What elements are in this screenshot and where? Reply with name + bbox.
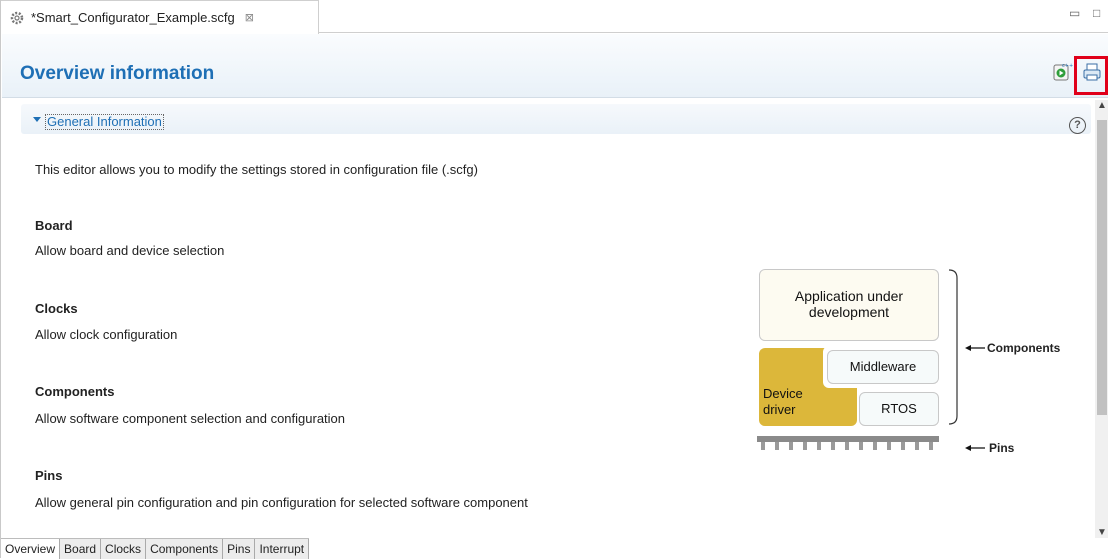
- item-heading-pins: Pins: [35, 468, 63, 483]
- tab-interrupt[interactable]: Interrupt: [255, 539, 310, 559]
- intro-text: This editor allows you to modify the set…: [35, 162, 478, 177]
- tab-overview[interactable]: Overview: [1, 539, 61, 559]
- collapse-arrow-icon[interactable]: [33, 117, 41, 122]
- highlight-box: [1074, 56, 1108, 95]
- item-heading-board: Board: [35, 218, 73, 233]
- architecture-diagram: Application under development Device dri…: [753, 266, 1083, 466]
- tab-components[interactable]: Components: [146, 539, 224, 559]
- item-desc-pins: Allow general pin configuration and pin …: [35, 495, 528, 510]
- editor-frame: *Smart_Configurator_Example.scfg ⊠ ▭ □ O…: [0, 0, 1108, 559]
- components-label: Components: [987, 341, 1061, 355]
- section-title[interactable]: General Information: [45, 114, 164, 130]
- maximize-icon[interactable]: □: [1093, 6, 1100, 20]
- item-desc-components: Allow software component selection and c…: [35, 411, 346, 426]
- pins-label: Pins: [989, 441, 1015, 455]
- page-title: Overview information: [20, 63, 215, 84]
- scroll-up-icon[interactable]: ▲: [1097, 100, 1107, 111]
- item-heading-clocks: Clocks: [35, 301, 78, 316]
- gear-icon: [9, 10, 25, 26]
- overview-header: Overview information: [2, 34, 1108, 98]
- minimize-icon[interactable]: ▭: [1069, 6, 1080, 20]
- editor-tab[interactable]: *Smart_Configurator_Example.scfg ⊠: [1, 0, 319, 34]
- item-heading-components: Components: [35, 384, 115, 399]
- editor-tab-title: *Smart_Configurator_Example.scfg: [31, 10, 235, 25]
- item-desc-board: Allow board and device selection: [35, 243, 225, 258]
- tab-board[interactable]: Board: [60, 539, 102, 559]
- close-tab-icon[interactable]: ⊠: [245, 11, 254, 24]
- vertical-scrollbar[interactable]: ▲ ▼: [1095, 100, 1108, 538]
- item-desc-clocks: Allow clock configuration: [35, 327, 178, 342]
- scroll-down-icon[interactable]: ▼: [1097, 527, 1107, 538]
- generate-code-icon[interactable]: c++: [1051, 61, 1073, 83]
- scroll-thumb[interactable]: [1097, 120, 1107, 415]
- svg-text:c++: c++: [1062, 63, 1073, 69]
- tab-clocks[interactable]: Clocks: [101, 539, 147, 559]
- editor-tab-bar: *Smart_Configurator_Example.scfg ⊠ ▭ □: [1, 0, 1108, 34]
- bottom-tab-bar: Overview Board Clocks Components Pins In…: [1, 538, 310, 559]
- help-icon[interactable]: ?: [1069, 117, 1086, 134]
- general-information-section[interactable]: General Information ?: [21, 104, 1091, 134]
- tab-pins[interactable]: Pins: [223, 539, 256, 559]
